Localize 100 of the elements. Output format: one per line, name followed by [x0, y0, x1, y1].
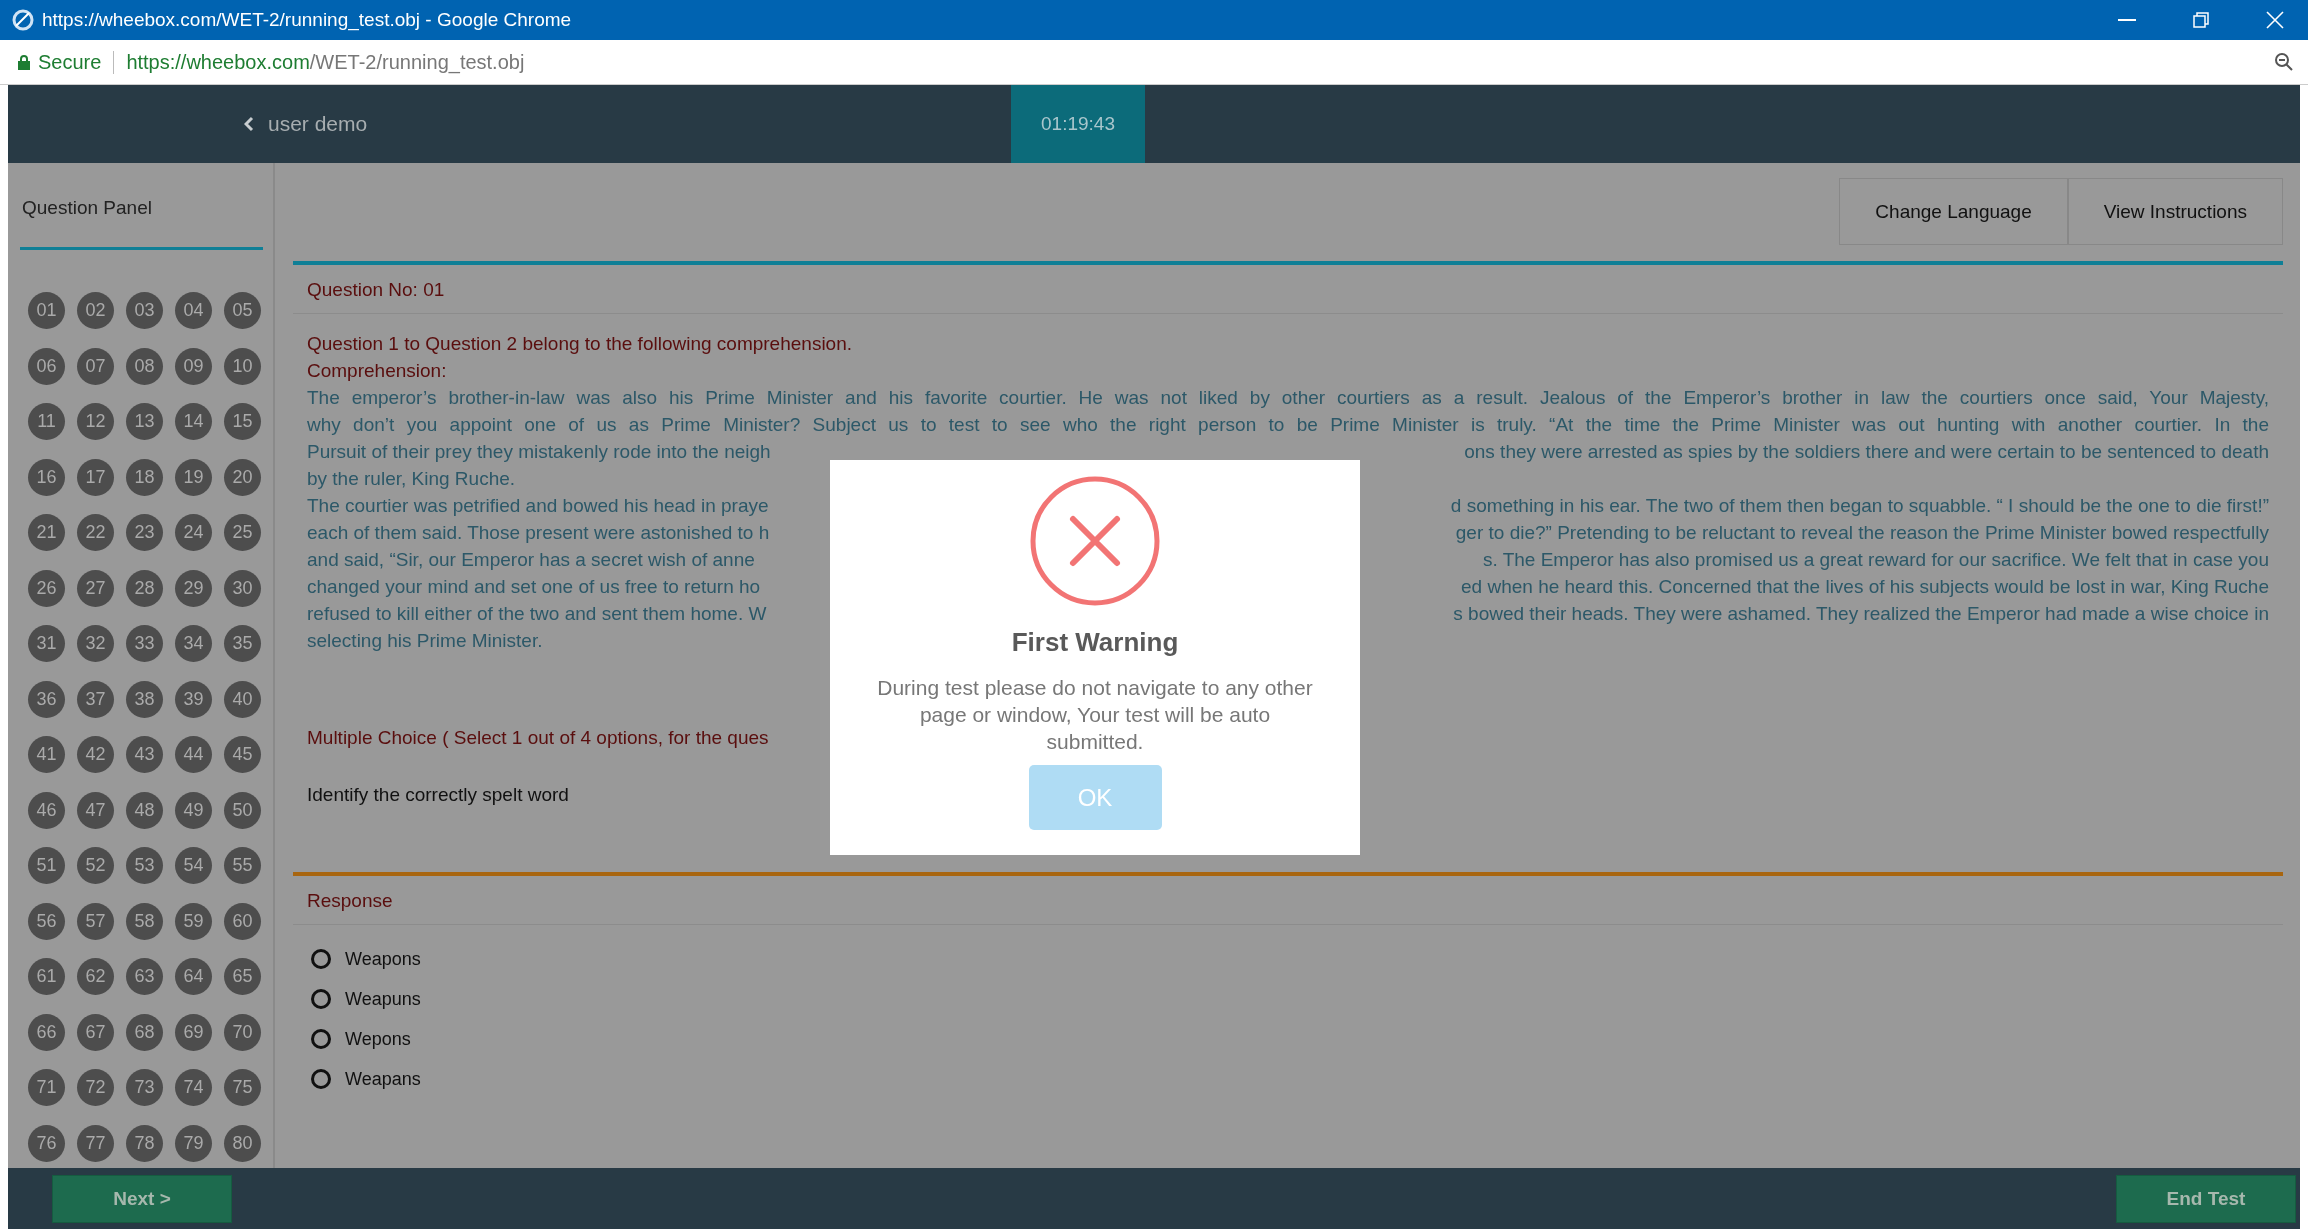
question-number[interactable]: 05 [224, 292, 261, 329]
question-number[interactable]: 70 [224, 1013, 261, 1051]
question-number[interactable]: 40 [224, 680, 261, 718]
question-number[interactable]: 57 [77, 902, 114, 940]
question-number[interactable]: 56 [28, 902, 65, 940]
question-number[interactable]: 67 [77, 1013, 114, 1051]
question-number[interactable]: 68 [126, 1013, 163, 1051]
question-number[interactable]: 25 [224, 514, 261, 551]
question-number[interactable]: 69 [175, 1013, 212, 1051]
toolbar-button[interactable]: View Instructions [2067, 178, 2283, 245]
question-number[interactable]: 35 [224, 625, 261, 662]
question-number[interactable]: 21 [28, 514, 65, 551]
question-number[interactable]: 26 [28, 569, 65, 607]
question-number[interactable]: 58 [126, 902, 163, 940]
radio-button[interactable] [311, 1029, 331, 1049]
question-number[interactable]: 66 [28, 1013, 65, 1051]
radio-button[interactable] [311, 949, 331, 969]
question-number[interactable]: 41 [28, 736, 65, 773]
question-number[interactable]: 53 [126, 847, 163, 884]
question-number[interactable]: 20 [224, 458, 261, 496]
question-number[interactable]: 24 [175, 514, 212, 551]
option-label[interactable]: Wepons [345, 1028, 411, 1050]
question-number[interactable]: 42 [77, 736, 114, 773]
option-label[interactable]: Weapans [345, 1068, 421, 1090]
question-number[interactable]: 48 [126, 791, 163, 829]
question-number[interactable]: 30 [224, 569, 261, 607]
question-number[interactable]: 36 [28, 680, 65, 718]
question-number[interactable]: 78 [126, 1124, 163, 1162]
url-text[interactable]: https://wheebox.com/WET-2/running_test.obj [122, 50, 2266, 74]
question-number[interactable]: 44 [175, 736, 212, 773]
question-number[interactable]: 32 [77, 625, 114, 662]
question-number[interactable]: 76 [28, 1124, 65, 1162]
question-number[interactable]: 50 [224, 791, 261, 829]
question-number[interactable]: 38 [126, 680, 163, 718]
zoom-out-icon[interactable] [2274, 52, 2294, 72]
toolbar-button[interactable]: Change Language [1839, 178, 2068, 245]
question-number[interactable]: 08 [126, 347, 163, 385]
question-number[interactable]: 31 [28, 625, 65, 662]
question-number[interactable]: 15 [224, 403, 261, 440]
question-number[interactable]: 34 [175, 625, 212, 662]
question-number[interactable]: 19 [175, 458, 212, 496]
question-number[interactable]: 46 [28, 791, 65, 829]
question-number[interactable]: 33 [126, 625, 163, 662]
radio-button[interactable] [311, 1069, 331, 1089]
question-number[interactable]: 61 [28, 958, 65, 995]
comprehension-label: Comprehension: [307, 359, 448, 383]
next-button[interactable]: Next > [52, 1174, 232, 1223]
question-number[interactable]: 27 [77, 569, 114, 607]
question-number[interactable]: 28 [126, 569, 163, 607]
end-test-button[interactable]: End Test [2116, 1174, 2296, 1223]
question-number[interactable]: 77 [77, 1124, 114, 1162]
question-number[interactable]: 59 [175, 902, 212, 940]
question-number[interactable]: 64 [175, 958, 212, 995]
question-number[interactable]: 80 [224, 1124, 261, 1162]
question-number[interactable]: 12 [77, 403, 114, 440]
question-number-label: Question No: 01 [293, 265, 2283, 314]
question-number[interactable]: 10 [224, 347, 261, 385]
option-label[interactable]: Weapons [345, 948, 421, 970]
question-number[interactable]: 71 [28, 1069, 65, 1106]
question-number[interactable]: 63 [126, 958, 163, 995]
question-number[interactable]: 52 [77, 847, 114, 884]
question-number[interactable]: 60 [224, 902, 261, 940]
question-number[interactable]: 02 [77, 292, 114, 329]
question-number[interactable]: 13 [126, 403, 163, 440]
question-number[interactable]: 75 [224, 1069, 261, 1106]
question-number[interactable]: 04 [175, 292, 212, 329]
question-number[interactable]: 65 [224, 958, 261, 995]
question-number[interactable]: 11 [28, 403, 65, 440]
question-number[interactable]: 62 [77, 958, 114, 995]
question-number[interactable]: 09 [175, 347, 212, 385]
restore-icon[interactable] [2193, 12, 2209, 28]
radio-button[interactable] [311, 989, 331, 1009]
question-number[interactable]: 22 [77, 514, 114, 551]
question-number[interactable]: 18 [126, 458, 163, 496]
question-number[interactable]: 37 [77, 680, 114, 718]
question-number[interactable]: 72 [77, 1069, 114, 1106]
question-number[interactable]: 51 [28, 847, 65, 884]
question-number[interactable]: 01 [28, 292, 65, 329]
option-label[interactable]: Weapuns [345, 988, 421, 1010]
question-number[interactable]: 23 [126, 514, 163, 551]
question-number[interactable]: 16 [28, 458, 65, 496]
question-number[interactable]: 29 [175, 569, 212, 607]
close-icon[interactable] [2266, 11, 2284, 29]
question-number[interactable]: 17 [77, 458, 114, 496]
back-chevron-icon[interactable] [244, 116, 254, 132]
question-number[interactable]: 74 [175, 1069, 212, 1106]
question-number[interactable]: 14 [175, 403, 212, 440]
question-number[interactable]: 47 [77, 791, 114, 829]
question-number[interactable]: 79 [175, 1124, 212, 1162]
question-number[interactable]: 39 [175, 680, 212, 718]
question-number[interactable]: 07 [77, 347, 114, 385]
question-number[interactable]: 43 [126, 736, 163, 773]
question-number[interactable]: 49 [175, 791, 212, 829]
question-number[interactable]: 73 [126, 1069, 163, 1106]
question-number[interactable]: 06 [28, 347, 65, 385]
question-number[interactable]: 03 [126, 292, 163, 329]
question-number[interactable]: 55 [224, 847, 261, 884]
question-number[interactable]: 54 [175, 847, 212, 884]
secure-label: Secure [38, 50, 115, 74]
question-number[interactable]: 45 [224, 736, 261, 773]
